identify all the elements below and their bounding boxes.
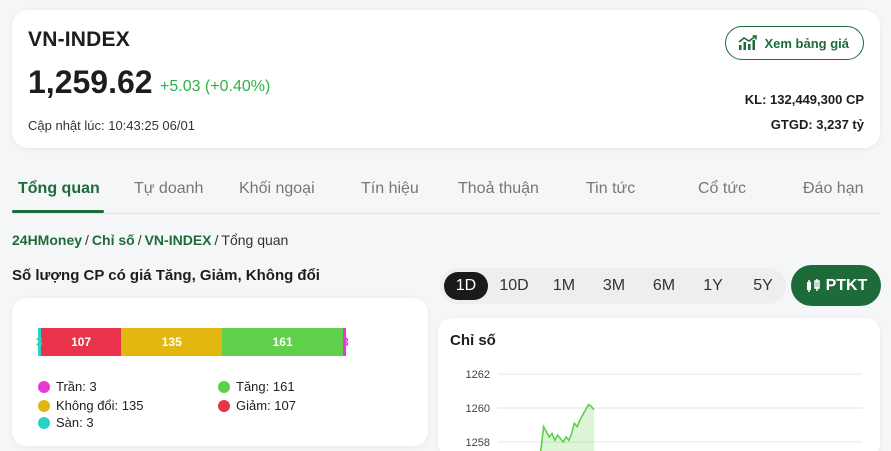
- tab-foreign[interactable]: Khối ngoại: [239, 180, 315, 198]
- breadcrumb-vnindex[interactable]: VN-INDEX: [145, 232, 212, 248]
- tab-negotiated[interactable]: Thoả thuận: [458, 180, 539, 198]
- view-price-board-button[interactable]: Xem bảng giá: [725, 26, 864, 60]
- trend-chart-icon: [738, 35, 758, 50]
- chart-area: [540, 404, 594, 451]
- period-selector: 1D 10D 1M 3M 6M 1Y 5Y: [440, 268, 786, 304]
- index-name: VN-INDEX: [28, 28, 130, 51]
- breadcrumb-separator: /: [214, 232, 219, 248]
- active-tab-indicator: [12, 210, 104, 213]
- period-1m[interactable]: 1M: [542, 268, 586, 304]
- market-breadth-card: 3 107 135 161 3 Trần: 3 Tăng: 161 Không …: [12, 298, 428, 446]
- legend-increase-label: Tăng: 161: [236, 379, 295, 394]
- bar-label-floor: 3: [36, 335, 43, 349]
- unchanged-dot-icon: [38, 399, 50, 412]
- index-chart: 1262 1260 1258: [466, 369, 862, 451]
- technical-analysis-label: PTKT: [825, 276, 868, 294]
- bar-segment-unchanged: 135: [121, 328, 223, 356]
- bar-segment-decrease: 107: [41, 328, 122, 356]
- view-price-board-label: Xem bảng giá: [764, 35, 849, 51]
- breadcrumb-home[interactable]: 24HMoney: [12, 232, 82, 248]
- market-breadth-bar: 3 107 135 161 3: [36, 328, 349, 356]
- index-chart-card: 1262 1260 1258 Chỉ số: [438, 318, 880, 451]
- trading-volume: KL: 132,449,300 CP: [744, 92, 864, 107]
- legend-ceiling: Trần: 3: [38, 379, 97, 394]
- trading-value: GTGD: 3,237 tỷ: [770, 117, 864, 132]
- y-tick-label: 1258: [466, 437, 490, 449]
- breadcrumb: 24HMoney / Chỉ số / VN-INDEX / Tổng quan: [12, 232, 288, 248]
- legend-unchanged: Không đổi: 135: [38, 398, 143, 413]
- floor-dot-icon: [38, 416, 50, 429]
- bar-segment-increase: 161: [222, 328, 343, 356]
- candlestick-icon: [806, 278, 820, 292]
- last-updated: Cập nhật lúc: 10:43:25 06/01: [28, 118, 195, 133]
- decrease-dot-icon: [218, 399, 230, 412]
- tab-dividends[interactable]: Cổ tức: [698, 180, 746, 198]
- legend-increase: Tăng: 161: [218, 379, 295, 394]
- period-3m[interactable]: 3M: [592, 268, 636, 304]
- legend-floor-label: Sàn: 3: [56, 415, 94, 430]
- technical-analysis-button[interactable]: PTKT: [791, 265, 881, 306]
- tab-signals[interactable]: Tín hiệu: [361, 180, 419, 198]
- bar-label-ceiling: 3: [341, 335, 349, 349]
- bar-segment-ceiling: 3: [341, 328, 349, 356]
- y-tick-label: 1262: [466, 369, 490, 381]
- breadcrumb-separator: /: [137, 232, 142, 248]
- market-breadth-title: Số lượng CP có giá Tăng, Giảm, Không đổi: [12, 267, 320, 284]
- index-price: 1,259.62: [28, 64, 153, 100]
- bar-segment-floor: 3: [36, 328, 43, 356]
- breadcrumb-current: Tổng quan: [221, 232, 289, 248]
- index-summary-card: VN-INDEX 1,259.62 +5.03 (+0.40%) Cập nhậ…: [12, 10, 880, 148]
- legend-decrease-label: Giảm: 107: [236, 398, 296, 413]
- period-5y[interactable]: 5Y: [741, 268, 785, 304]
- tab-news[interactable]: Tin tức: [586, 180, 635, 198]
- tab-bar: Tổng quan Tự doanh Khối ngoại Tín hiệu T…: [12, 166, 880, 214]
- legend-decrease: Giảm: 107: [218, 398, 296, 413]
- legend-ceiling-label: Trần: 3: [56, 379, 97, 394]
- y-tick-label: 1260: [466, 403, 490, 415]
- period-6m[interactable]: 6M: [642, 268, 686, 304]
- period-10d[interactable]: 10D: [492, 268, 536, 304]
- legend-floor: Sàn: 3: [38, 415, 94, 430]
- breadcrumb-indices[interactable]: Chỉ số: [92, 232, 135, 248]
- tab-proprietary[interactable]: Tự doanh: [134, 180, 203, 198]
- increase-dot-icon: [218, 380, 230, 393]
- chart-title: Chỉ số: [450, 332, 496, 349]
- breadcrumb-separator: /: [85, 232, 89, 248]
- legend-unchanged-label: Không đổi: 135: [56, 398, 144, 413]
- tab-overview[interactable]: Tổng quan: [18, 180, 100, 198]
- ceiling-dot-icon: [38, 380, 50, 393]
- period-1d[interactable]: 1D: [444, 272, 488, 300]
- period-1y[interactable]: 1Y: [691, 268, 735, 304]
- index-change: +5.03 (+0.40%): [160, 78, 271, 95]
- tab-maturity[interactable]: Đáo hạn: [803, 180, 864, 198]
